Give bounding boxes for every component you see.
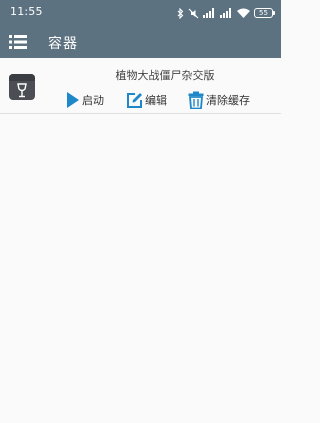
- signal-2-icon: [220, 8, 231, 18]
- launch-label: 启动: [82, 94, 104, 107]
- page-title: 容器: [48, 36, 78, 52]
- edit-label: 编辑: [145, 94, 167, 107]
- silent-icon: [188, 8, 199, 18]
- edit-button[interactable]: 编辑: [126, 90, 167, 110]
- clear-cache-button[interactable]: 清除缓存: [188, 90, 250, 110]
- wifi-icon: [237, 8, 250, 18]
- play-icon: [67, 92, 79, 108]
- signal-icon: [203, 8, 214, 18]
- container-item[interactable]: 植物大战僵尸杂交版 启动 编辑 清除缓存: [0, 58, 281, 114]
- bluetooth-icon: [177, 7, 184, 19]
- menu-icon[interactable]: [9, 34, 27, 50]
- status-icons: 55: [177, 7, 275, 19]
- wine-glass-icon: [17, 83, 27, 98]
- status-bar: 11:55 55: [0, 0, 281, 26]
- app-bar: 容器: [0, 26, 281, 58]
- clear-cache-label: 清除缓存: [206, 94, 250, 107]
- status-time: 11:55: [10, 5, 43, 18]
- launch-button[interactable]: 启动: [66, 90, 104, 110]
- edit-icon: [127, 92, 142, 108]
- battery-icon: 55: [254, 8, 275, 18]
- trash-icon: [188, 91, 204, 109]
- container-name: 植物大战僵尸杂交版: [115, 69, 215, 82]
- battery-level: 55: [259, 8, 268, 17]
